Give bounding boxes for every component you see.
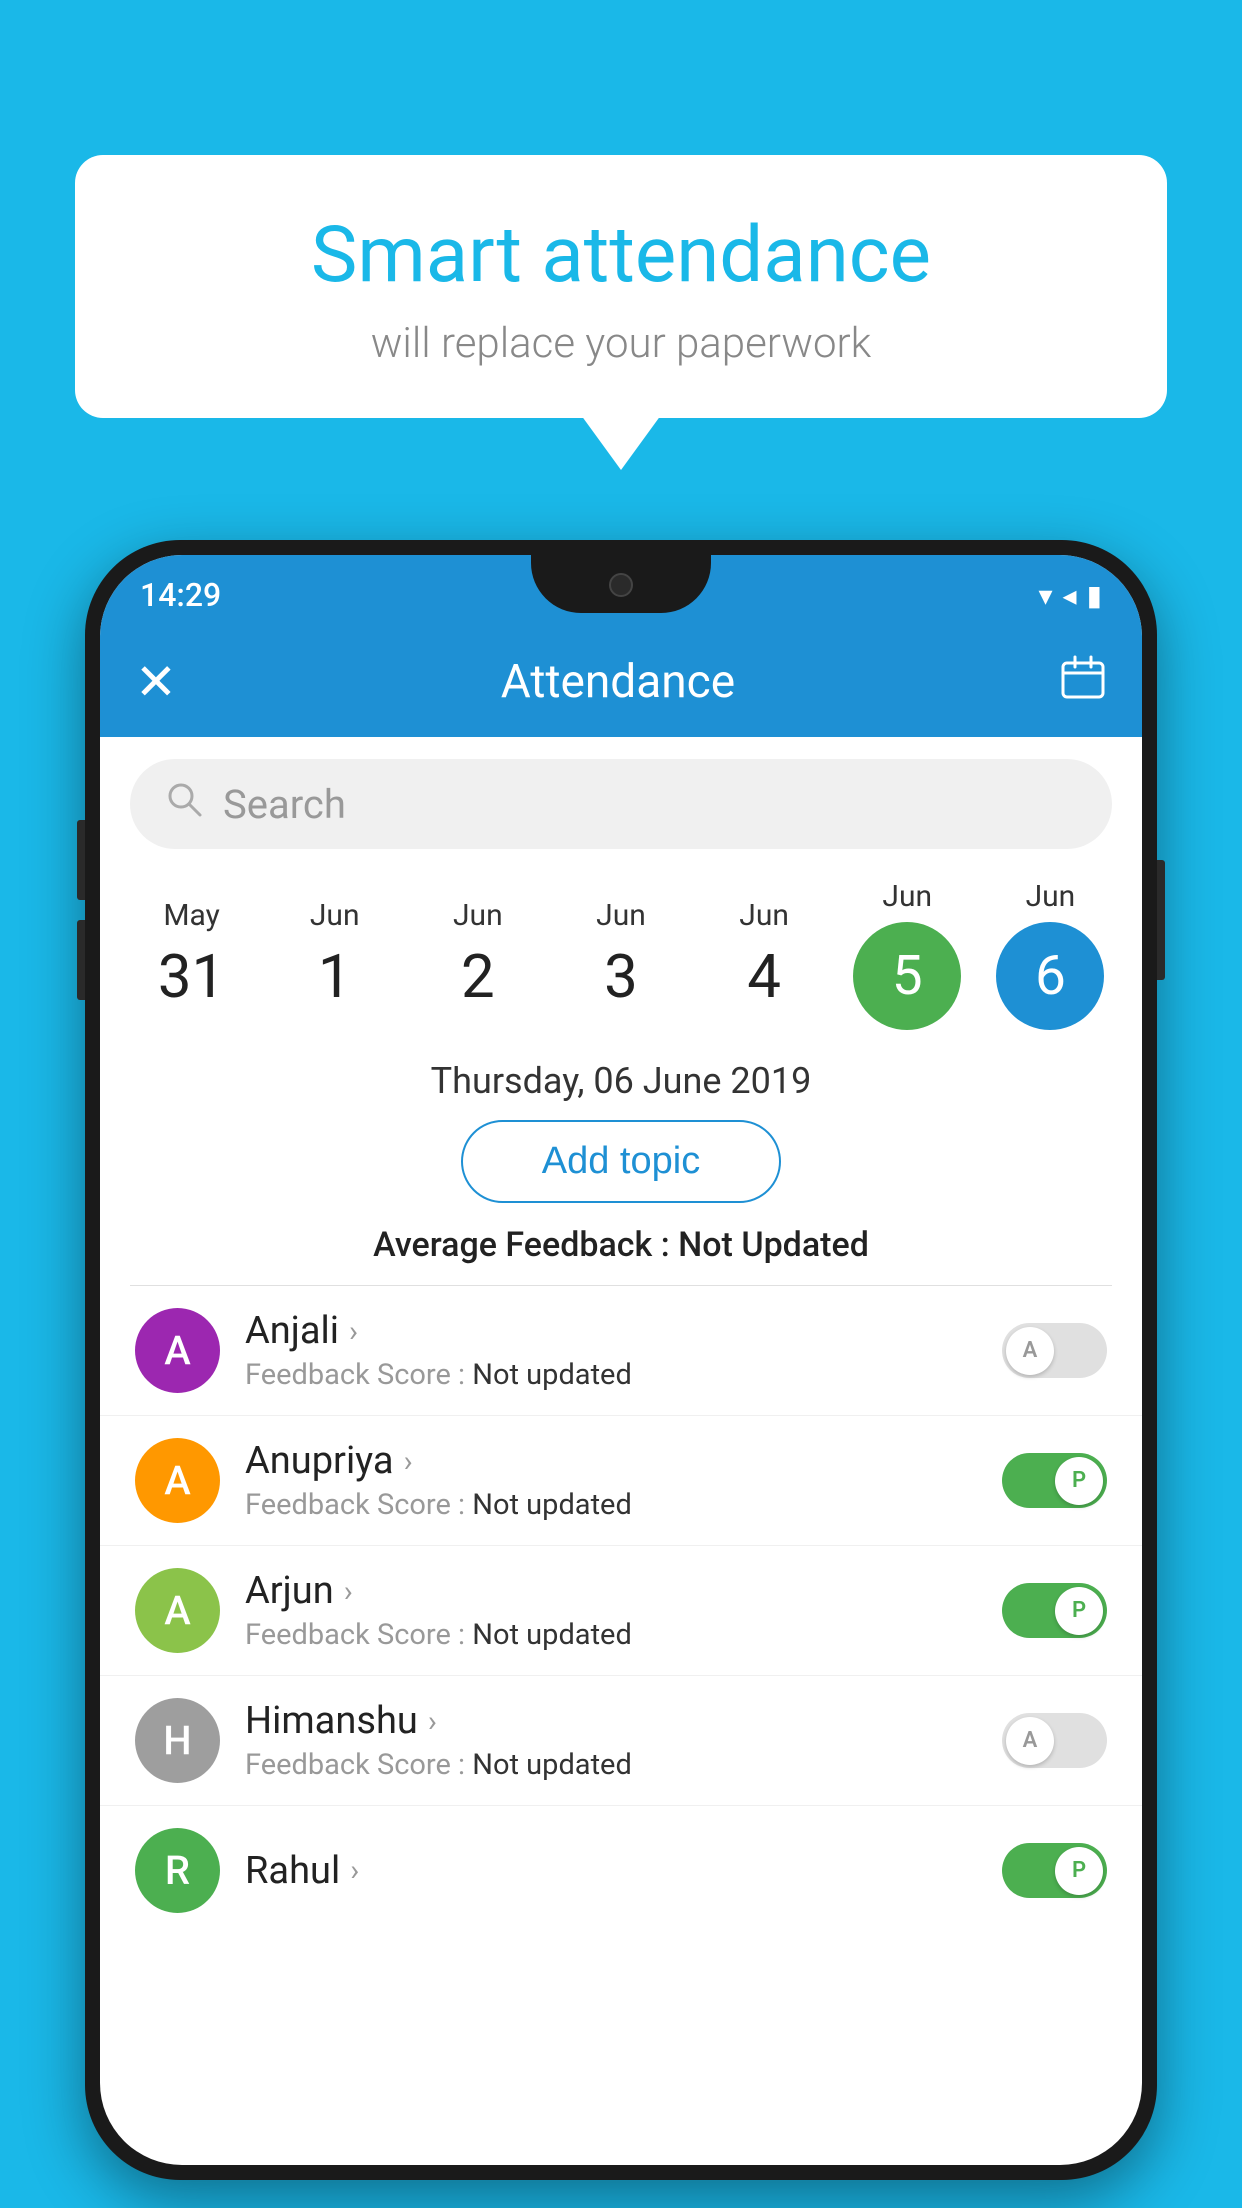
toggle-knob: P	[1055, 1587, 1103, 1635]
status-icons: ▾ ◂ ▮	[1038, 579, 1102, 612]
date-jun-2[interactable]: Jun 2	[410, 898, 545, 1012]
search-input[interactable]: Search	[223, 781, 346, 828]
attendance-toggle[interactable]: P	[1002, 1583, 1107, 1638]
calendar-icon[interactable]	[1059, 653, 1107, 711]
student-name: Rahul ›	[245, 1849, 977, 1893]
volume-down-button	[77, 920, 85, 1000]
avatar: H	[135, 1698, 220, 1783]
avatar: R	[135, 1828, 220, 1913]
date-jun-6[interactable]: Jun 6	[983, 879, 1118, 1030]
student-info: Himanshu › Feedback Score : Not updated	[245, 1699, 977, 1782]
toggle-knob: P	[1055, 1847, 1103, 1895]
power-button	[1157, 860, 1165, 980]
student-feedback: Feedback Score : Not updated	[245, 1358, 977, 1392]
student-row[interactable]: A Anupriya › Feedback Score : Not update…	[100, 1416, 1142, 1546]
search-icon	[165, 780, 203, 828]
bubble-subtitle: will replace your paperwork	[135, 319, 1107, 368]
date-scroll: May 31 Jun 1 Jun 2 Jun 3 Jun 4	[100, 849, 1142, 1045]
app-bar-title: Attendance	[501, 655, 735, 709]
toggle-on[interactable]: P	[1002, 1843, 1107, 1898]
toggle-off[interactable]: A	[1002, 1713, 1107, 1768]
student-name: Anjali ›	[245, 1309, 977, 1353]
wifi-icon: ▾	[1038, 579, 1052, 612]
chevron-right-icon: ›	[344, 1574, 353, 1609]
student-info: Anupriya › Feedback Score : Not updated	[245, 1439, 977, 1522]
battery-icon: ▮	[1087, 579, 1102, 612]
attendance-toggle[interactable]: P	[1002, 1453, 1107, 1508]
student-name: Arjun ›	[245, 1569, 977, 1613]
bubble-title: Smart attendance	[135, 210, 1107, 301]
toggle-on[interactable]: P	[1002, 1583, 1107, 1638]
student-info: Rahul ›	[245, 1849, 977, 1893]
toggle-knob: A	[1006, 1327, 1054, 1375]
date-jun-5[interactable]: Jun 5	[840, 879, 975, 1030]
average-feedback-value: Not Updated	[678, 1225, 869, 1265]
date-jun-4[interactable]: Jun 4	[697, 898, 832, 1012]
average-feedback-label: Average Feedback :	[373, 1225, 670, 1265]
add-topic-button[interactable]: Add topic	[461, 1120, 781, 1203]
student-feedback: Feedback Score : Not updated	[245, 1618, 977, 1652]
student-row[interactable]: A Anjali › Feedback Score : Not updated …	[100, 1286, 1142, 1416]
date-may-31[interactable]: May 31	[124, 898, 259, 1012]
student-name: Anupriya ›	[245, 1439, 977, 1483]
student-feedback: Feedback Score : Not updated	[245, 1488, 977, 1522]
date-jun-3[interactable]: Jun 3	[553, 898, 688, 1012]
student-row[interactable]: R Rahul › P	[100, 1806, 1142, 1913]
average-feedback: Average Feedback : Not Updated	[100, 1225, 1142, 1285]
student-list: A Anjali › Feedback Score : Not updated …	[100, 1286, 1142, 1913]
front-camera	[609, 573, 633, 597]
toggle-on[interactable]: P	[1002, 1453, 1107, 1508]
toggle-off[interactable]: A	[1002, 1323, 1107, 1378]
toggle-knob: P	[1055, 1457, 1103, 1505]
chevron-right-icon: ›	[404, 1444, 413, 1479]
status-time: 14:29	[140, 576, 221, 614]
close-button[interactable]: ✕	[135, 653, 177, 712]
attendance-toggle[interactable]: A	[1002, 1713, 1107, 1768]
student-row[interactable]: A Arjun › Feedback Score : Not updated P	[100, 1546, 1142, 1676]
avatar: A	[135, 1438, 220, 1523]
speech-bubble: Smart attendance will replace your paper…	[75, 155, 1167, 418]
toggle-knob: A	[1006, 1717, 1054, 1765]
date-jun-1[interactable]: Jun 1	[267, 898, 402, 1012]
chevron-right-icon: ›	[350, 1853, 359, 1888]
volume-up-button	[77, 820, 85, 900]
student-info: Arjun › Feedback Score : Not updated	[245, 1569, 977, 1652]
student-name: Himanshu ›	[245, 1699, 977, 1743]
chevron-right-icon: ›	[428, 1704, 437, 1739]
attendance-toggle[interactable]: P	[1002, 1843, 1107, 1898]
app-bar: ✕ Attendance	[100, 627, 1142, 737]
phone-notch	[531, 555, 711, 613]
student-feedback: Feedback Score : Not updated	[245, 1748, 977, 1782]
phone-container: 14:29 ▾ ◂ ▮ ✕ Attendance	[85, 540, 1157, 2208]
phone-screen: 14:29 ▾ ◂ ▮ ✕ Attendance	[100, 555, 1142, 2165]
student-info: Anjali › Feedback Score : Not updated	[245, 1309, 977, 1392]
search-bar[interactable]: Search	[130, 759, 1112, 849]
avatar: A	[135, 1568, 220, 1653]
student-row[interactable]: H Himanshu › Feedback Score : Not update…	[100, 1676, 1142, 1806]
chevron-right-icon: ›	[349, 1314, 358, 1349]
signal-icon: ◂	[1063, 579, 1077, 612]
avatar: A	[135, 1308, 220, 1393]
attendance-toggle[interactable]: A	[1002, 1323, 1107, 1378]
selected-date-label: Thursday, 06 June 2019	[100, 1045, 1142, 1120]
phone-frame: 14:29 ▾ ◂ ▮ ✕ Attendance	[85, 540, 1157, 2180]
